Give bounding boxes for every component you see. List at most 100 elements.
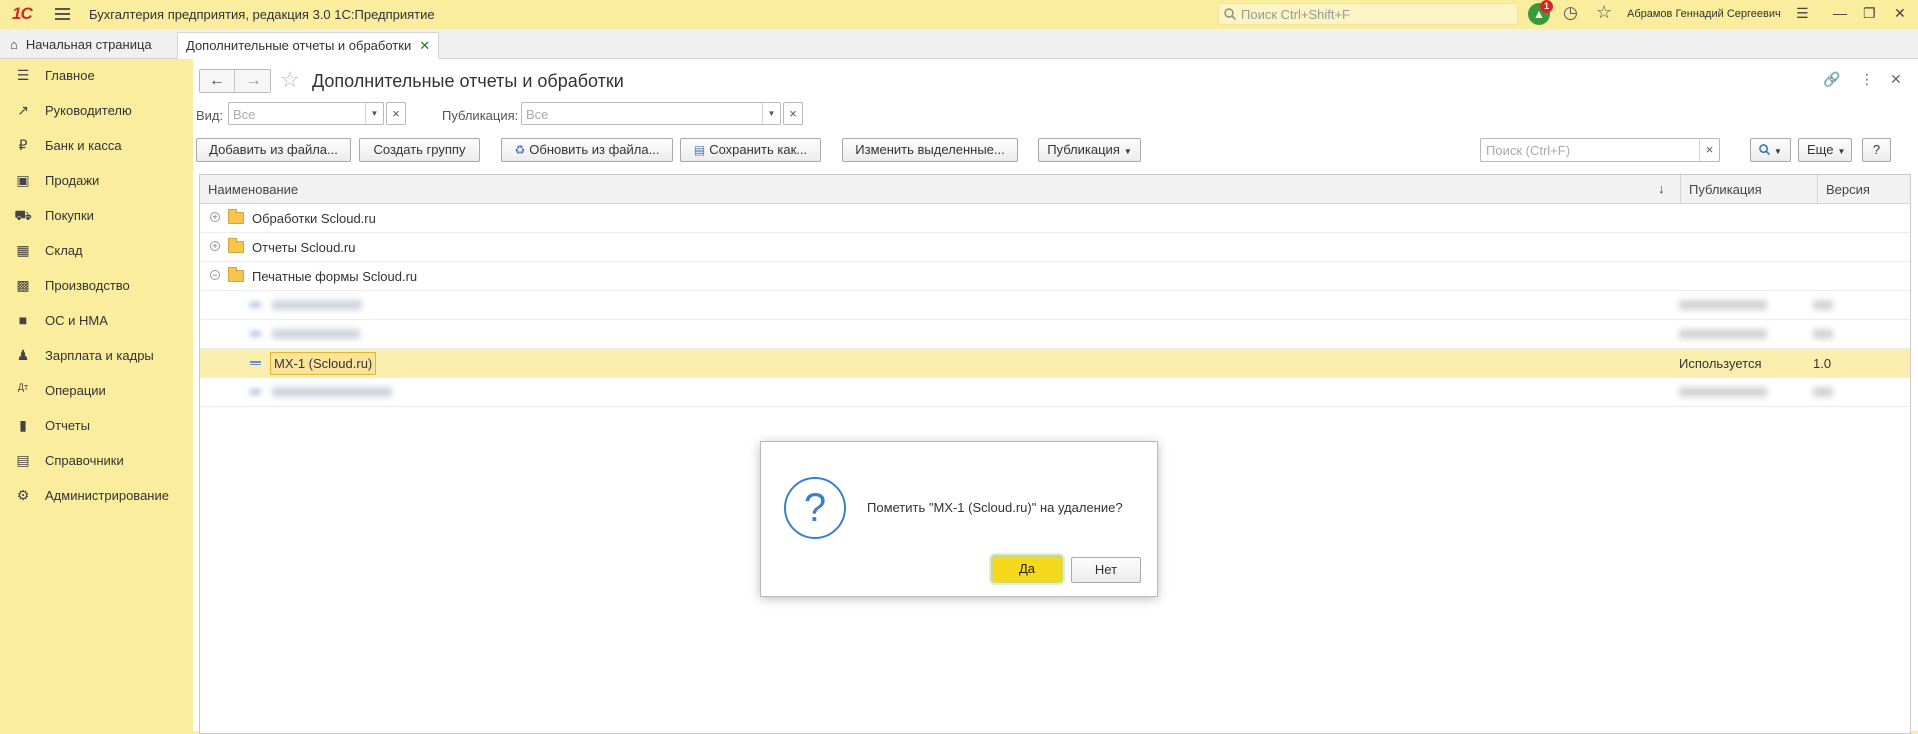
search-icon	[1759, 144, 1771, 156]
no-button[interactable]: Нет	[1071, 557, 1141, 583]
column-header-version[interactable]: Версия	[1818, 175, 1910, 204]
close-form-icon[interactable]: ✕	[1890, 71, 1902, 88]
link-icon[interactable]: 🔗	[1823, 71, 1840, 88]
publication-menu-button[interactable]: Публикация ▼	[1038, 138, 1141, 162]
refresh-file-icon: ♻	[514, 143, 526, 157]
home-icon: ⌂	[10, 37, 18, 52]
sort-arrow-icon: ↓	[1658, 181, 1665, 196]
main-menu-icon[interactable]	[55, 8, 70, 20]
collapse-minus-icon[interactable]: −	[210, 270, 220, 280]
global-search-input[interactable]: Поиск Ctrl+Shift+F	[1218, 3, 1518, 25]
sidebar-item-production[interactable]: ▩ Производство	[0, 269, 193, 304]
add-from-file-button[interactable]: Добавить из файла...	[196, 138, 351, 162]
tab-active-label: Дополнительные отчеты и обработки	[186, 38, 412, 53]
publication-select[interactable]: Все ▼	[521, 102, 781, 125]
confirm-delete-dialog: ? Пометить "МХ-1 (Scloud.ru)" на удалени…	[760, 441, 1158, 597]
user-name[interactable]: Абрамов Геннадий Сергеевич	[1627, 8, 1781, 20]
sidebar-item-purchases[interactable]: ⛟ Покупки	[0, 199, 193, 234]
chevron-down-icon[interactable]: ▼	[365, 103, 383, 124]
table-row[interactable]: + Отчеты Scloud.ru	[200, 233, 1910, 262]
page-title: Дополнительные отчеты и обработки	[312, 71, 624, 91]
table-row-blurred[interactable]	[200, 378, 1910, 407]
folder-icon	[228, 267, 244, 282]
folder-icon	[228, 209, 244, 224]
history-icon[interactable]: ◷	[1563, 3, 1578, 23]
table-row-blurred[interactable]	[200, 320, 1910, 349]
help-button[interactable]: ?	[1862, 138, 1891, 162]
table-row-selected[interactable]: МХ-1 (Scloud.ru) Используется 1.0	[200, 349, 1910, 378]
more-vertical-icon[interactable]: ⋮	[1860, 71, 1874, 88]
create-group-button[interactable]: Создать группу	[359, 138, 480, 162]
sidebar-item-main[interactable]: ☰ Главное	[0, 59, 193, 94]
publication-clear-icon[interactable]: ×	[783, 102, 803, 125]
app-title: Бухгалтерия предприятия, редакция 3.0 1С…	[89, 7, 435, 22]
tab-home[interactable]: ⌂ Начальная страница	[0, 29, 176, 59]
item-icon	[250, 361, 261, 365]
table-row-blurred[interactable]	[200, 291, 1910, 320]
forward-arrow-icon[interactable]: →	[236, 70, 271, 92]
search-button[interactable]: ▼	[1750, 138, 1791, 162]
sidebar-item-manager[interactable]: ↗ Руководителю	[0, 94, 193, 129]
sidebar-item-reports[interactable]: ▮ Отчеты	[0, 409, 193, 444]
add-favorite-star-icon[interactable]: ☆	[280, 67, 300, 93]
sidebar-item-assets[interactable]: ■ ОС и НМА	[0, 304, 193, 339]
item-icon	[250, 332, 261, 336]
change-selected-button[interactable]: Изменить выделенные...	[842, 138, 1018, 162]
book-icon: ▤	[16, 452, 30, 468]
item-icon	[250, 303, 261, 307]
sidebar-item-warehouse[interactable]: ▦ Склад	[0, 234, 193, 269]
list-search-input[interactable]: Поиск (Ctrl+F) ×	[1480, 138, 1720, 162]
more-menu-button[interactable]: Еще ▼	[1798, 138, 1852, 162]
sidebar: ☰ Главное ↗ Руководителю ₽ Банк и касса ▣ Пр…	[0, 59, 193, 731]
table-header: Наименование ↓ Публикация Версия	[200, 175, 1910, 204]
close-window-icon[interactable]: ✕	[1894, 5, 1906, 22]
save-as-button[interactable]: ▤ Сохранить как...	[680, 138, 821, 162]
expand-plus-icon[interactable]: +	[210, 212, 220, 222]
tab-home-label: Начальная страница	[25, 37, 152, 52]
sidebar-item-bank[interactable]: ₽ Банк и касса	[0, 129, 193, 164]
bar-chart-icon: ▮	[19, 417, 27, 433]
vid-clear-icon[interactable]: ×	[386, 102, 406, 125]
table-row[interactable]: + Обработки Scloud.ru	[200, 204, 1910, 233]
blurred-version	[1813, 387, 1833, 397]
dialog-message: Пометить "МХ-1 (Scloud.ru)" на удаление?	[867, 500, 1123, 515]
table-row[interactable]: − Печатные формы Scloud.ru	[200, 262, 1910, 291]
sidebar-item-operations[interactable]: Дт Операции	[0, 374, 193, 409]
gear-icon: ⚙	[16, 487, 30, 503]
yes-button[interactable]: Да	[991, 555, 1063, 583]
search-clear-icon[interactable]: ×	[1699, 139, 1719, 161]
app-logo: 1С	[12, 4, 33, 23]
vid-select[interactable]: Все ▼	[228, 102, 384, 125]
selected-row-publication: Используется	[1679, 356, 1762, 371]
back-arrow-icon[interactable]: ←	[200, 70, 235, 92]
column-header-publication[interactable]: Публикация	[1681, 175, 1818, 204]
sidebar-item-references[interactable]: ▤ Справочники	[0, 444, 193, 479]
update-from-file-button[interactable]: ♻ Обновить из файла...	[501, 138, 673, 162]
favorites-star-icon[interactable]: ☆	[1596, 2, 1612, 23]
sidebar-item-sales[interactable]: ▣ Продажи	[0, 164, 193, 199]
chevron-down-icon: ▼	[1123, 147, 1132, 156]
minimize-icon[interactable]: —	[1833, 5, 1847, 21]
selected-row-name[interactable]: МХ-1 (Scloud.ru)	[270, 352, 377, 375]
column-header-name[interactable]: Наименование	[200, 175, 1681, 204]
person-icon: ♟	[16, 347, 30, 363]
item-icon	[250, 390, 261, 394]
grid-icon: ▦	[16, 242, 30, 258]
blurred-publication	[1679, 329, 1767, 339]
publication-label: Публикация:	[442, 108, 519, 123]
blurred-name	[272, 387, 392, 397]
close-tab-icon[interactable]: ✕	[419, 38, 430, 53]
blurred-name	[272, 300, 362, 310]
tab-additional-reports[interactable]: Дополнительные отчеты и обработки ✕	[177, 32, 440, 59]
truck-icon: ■	[18, 312, 28, 328]
restore-icon[interactable]: ❐	[1863, 5, 1876, 22]
expand-plus-icon[interactable]: +	[210, 241, 220, 251]
settings-menu-icon[interactable]: ☰	[1796, 5, 1809, 22]
question-icon: ?	[784, 477, 846, 539]
sidebar-item-salary[interactable]: ♟ Зарплата и кадры	[0, 339, 193, 374]
folder-icon	[228, 238, 244, 253]
factory-icon: ▩	[16, 277, 30, 293]
blurred-publication	[1679, 300, 1767, 310]
sidebar-item-administration[interactable]: ⚙ Администрирование	[0, 479, 193, 514]
chevron-down-icon[interactable]: ▼	[762, 103, 780, 124]
